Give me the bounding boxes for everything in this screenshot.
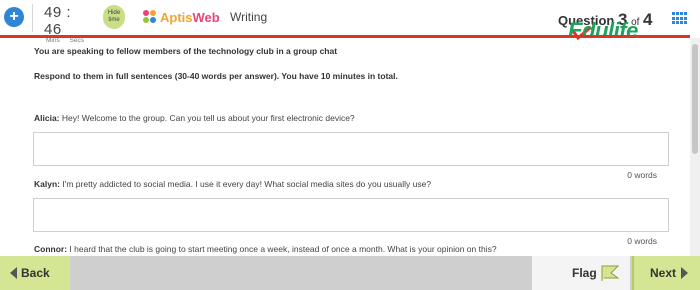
back-button[interactable]: Back xyxy=(0,256,70,290)
prompt-text: I'm pretty addicted to social media. I u… xyxy=(62,179,432,189)
logo-prefix: Aptis xyxy=(160,9,193,25)
arrow-left-icon xyxy=(10,267,17,279)
logo-mark-icon xyxy=(143,10,157,24)
word-count-1: 0 words xyxy=(627,170,657,180)
back-label: Back xyxy=(21,266,50,280)
logo-suffix: Web xyxy=(192,9,220,25)
flag-label: Flag xyxy=(572,266,597,280)
next-button[interactable]: Next xyxy=(632,256,700,290)
speaker-name: Kalyn: xyxy=(34,179,60,189)
prompt-text: I heard that the club is going to start … xyxy=(69,244,497,254)
instruction-task: Respond to them in full sentences (30-40… xyxy=(34,71,398,81)
question-content: You are speaking to fellow members of th… xyxy=(0,38,690,256)
flag-button[interactable]: Flag xyxy=(532,256,630,290)
aptisweb-logo: AptisWeb xyxy=(143,9,220,25)
top-bar: + 49 : 46 Mins Secs Hide time AptisWeb W… xyxy=(0,0,700,44)
timer-value: 49 : 46 xyxy=(44,4,92,38)
plus-icon[interactable]: + xyxy=(4,7,24,27)
answer-input-1[interactable] xyxy=(33,132,669,166)
word-count-2: 0 words xyxy=(627,236,657,246)
hide-time-button[interactable]: Hide time xyxy=(103,5,125,29)
question-prompt-3: Connor: I heard that the club is going t… xyxy=(34,244,497,254)
instruction-context: You are speaking to fellow members of th… xyxy=(34,46,338,56)
scrollbar-thumb[interactable] xyxy=(692,44,698,154)
question-total: 4 xyxy=(643,10,653,29)
timer-separator: : xyxy=(66,4,72,21)
section-name: Writing xyxy=(230,10,268,24)
arrow-right-icon xyxy=(681,267,689,279)
logo-text: AptisWeb xyxy=(160,10,220,25)
answer-input-2[interactable] xyxy=(33,198,669,232)
prompt-text: Hey! Welcome to the group. Can you tell … xyxy=(61,113,355,123)
flag-icon xyxy=(601,265,620,281)
question-prompt-1: Alicia: Hey! Welcome to the group. Can y… xyxy=(34,113,355,123)
timer-minutes: 49 xyxy=(44,4,62,21)
question-prompt-2: Kalyn: I'm pretty addicted to social med… xyxy=(34,179,431,189)
header-divider xyxy=(32,4,33,32)
speaker-name: Connor: xyxy=(34,244,68,254)
grid-icon[interactable] xyxy=(672,12,688,25)
speaker-name: Alicia: xyxy=(34,113,60,123)
next-label: Next xyxy=(650,266,677,280)
